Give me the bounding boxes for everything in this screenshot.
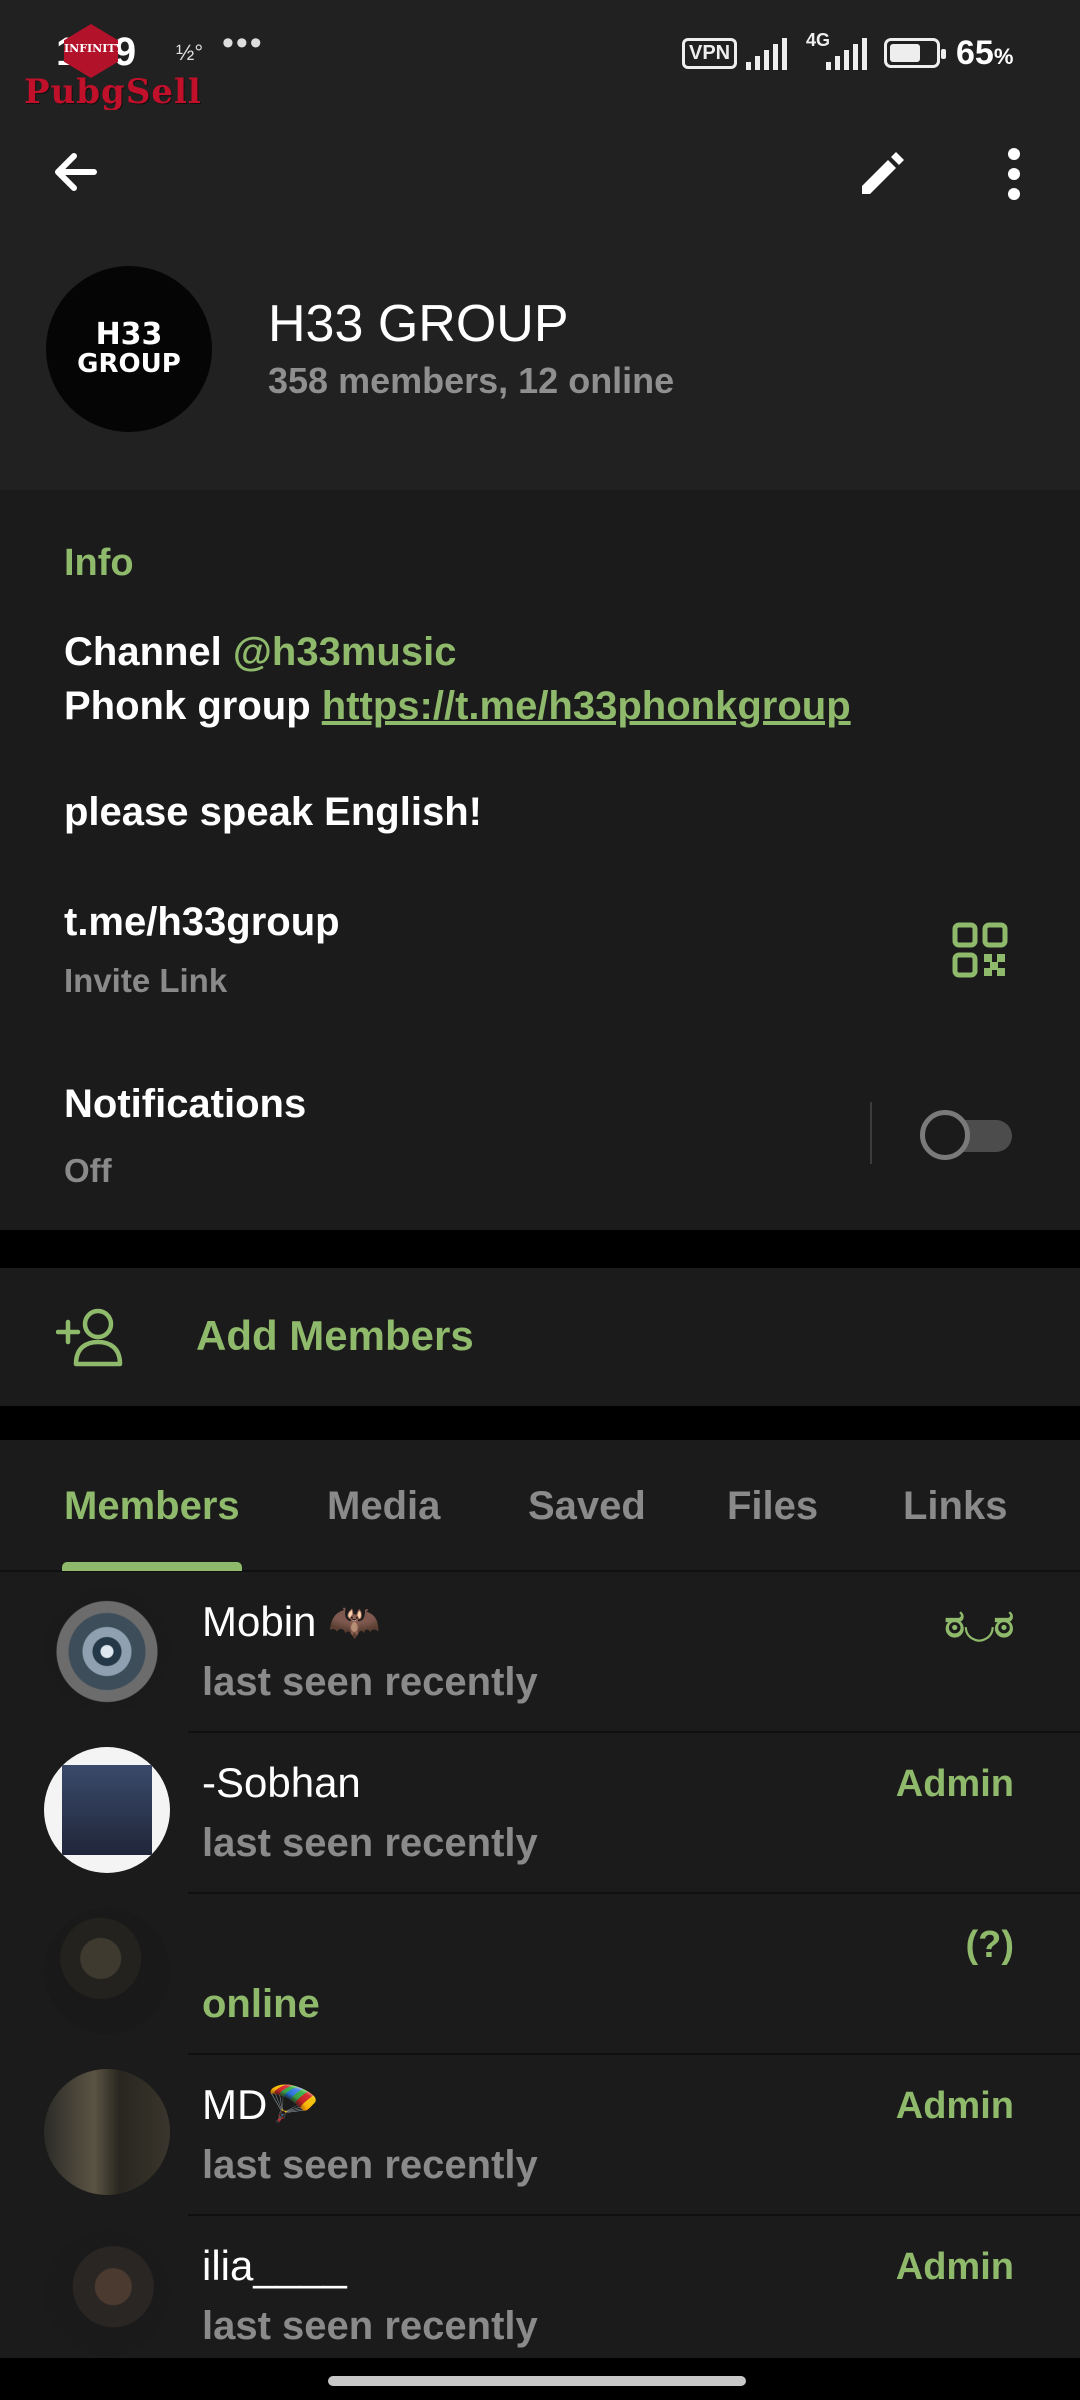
vpn-icon: VPN bbox=[682, 38, 738, 69]
watermark-logo: INFINITY PubgSell bbox=[24, 24, 201, 114]
member-status: last seen recently bbox=[202, 1821, 538, 1865]
add-members-label: Add Members bbox=[196, 1312, 474, 1359]
member-status: last seen recently bbox=[202, 2304, 538, 2348]
notifications-divider bbox=[870, 1102, 872, 1164]
watermark-badge: INFINITY bbox=[64, 24, 118, 78]
member-role: (?) bbox=[965, 1924, 1014, 1966]
tab-saved[interactable]: Saved bbox=[528, 1484, 646, 1529]
back-button[interactable] bbox=[44, 140, 108, 204]
profile-tabs: Members Media Saved Files Links bbox=[0, 1440, 1080, 1572]
phonk-group-link[interactable]: https://t.me/h33phonkgroup bbox=[322, 684, 851, 728]
member-role: ಠ◡ಠ bbox=[944, 1604, 1014, 1646]
status-speed: ½° bbox=[176, 40, 204, 65]
list-item[interactable]: ilia____ last seen recently Admin bbox=[0, 2216, 1080, 2358]
channel-handle-link[interactable]: @h33music bbox=[233, 630, 457, 674]
member-role: Admin bbox=[895, 2246, 1014, 2288]
status-more-notifications: ••• bbox=[222, 24, 264, 62]
invite-link-label: Invite Link bbox=[64, 962, 228, 999]
add-members-button[interactable]: Add Members bbox=[0, 1268, 1080, 1406]
pencil-icon bbox=[862, 152, 904, 194]
more-options-button[interactable] bbox=[982, 142, 1046, 206]
member-status: online bbox=[202, 1982, 320, 2026]
description-line-3: please speak English! bbox=[64, 790, 482, 834]
tab-members[interactable]: Members bbox=[64, 1484, 240, 1529]
list-item[interactable]: -Sobhan last seen recently Admin bbox=[0, 1733, 1080, 1894]
description-line-1: Channel @h33music bbox=[64, 630, 457, 674]
member-status: last seen recently bbox=[202, 2143, 538, 2187]
avatar bbox=[44, 2069, 170, 2195]
group-avatar[interactable]: H33 GROUP bbox=[46, 266, 212, 432]
avatar bbox=[44, 1586, 170, 1712]
tab-links[interactable]: Links bbox=[903, 1484, 1007, 1529]
member-role: Admin bbox=[895, 2085, 1014, 2127]
invite-link[interactable]: t.me/h33group bbox=[64, 900, 340, 945]
qr-code-icon bbox=[952, 922, 1008, 978]
info-heading: Info bbox=[64, 542, 134, 584]
member-role: Admin bbox=[895, 1763, 1014, 1805]
member-name: -Sobhan bbox=[202, 1759, 361, 1806]
member-name: MD🪂 bbox=[202, 2081, 320, 2128]
list-item[interactable]: MD🪂 last seen recently Admin bbox=[0, 2055, 1080, 2216]
avatar bbox=[44, 1908, 170, 2034]
list-item[interactable]: Mobin 🦇 last seen recently ಠ◡ಠ bbox=[0, 1572, 1080, 1733]
info-section: Info Channel @h33music Phonk group https… bbox=[0, 490, 1080, 1230]
member-name: Mobin 🦇 bbox=[202, 1598, 381, 1645]
edit-button[interactable] bbox=[850, 142, 914, 206]
member-status: last seen recently bbox=[202, 1660, 538, 1704]
qr-code-button[interactable] bbox=[952, 922, 1008, 978]
member-count: 358 members, 12 online bbox=[268, 360, 675, 401]
list-item[interactable]: online (?) bbox=[0, 1894, 1080, 2055]
signal-icon-2 bbox=[826, 38, 867, 70]
arrow-left-icon bbox=[55, 153, 97, 191]
tab-media[interactable]: Media bbox=[327, 1484, 440, 1529]
avatar bbox=[44, 1747, 170, 1873]
group-title: H33 GROUP bbox=[268, 295, 569, 353]
toggle-knob bbox=[920, 1110, 970, 1160]
add-user-icon bbox=[56, 1308, 123, 1367]
notifications-state: Off bbox=[64, 1152, 112, 1189]
notifications-title[interactable]: Notifications bbox=[64, 1082, 306, 1127]
profile-header: H33 GROUP H33 GROUP 358 members, 12 onli… bbox=[0, 110, 1080, 490]
active-tab-indicator bbox=[62, 1562, 242, 1571]
status-bar: 1:19 INFINITY PubgSell ½° ••• VPN 4G 65% bbox=[0, 0, 1080, 112]
gesture-handle[interactable] bbox=[328, 2376, 746, 2386]
signal-icon bbox=[746, 38, 787, 70]
notifications-toggle[interactable] bbox=[920, 1108, 1014, 1162]
tab-files[interactable]: Files bbox=[727, 1484, 818, 1529]
battery-icon bbox=[884, 38, 946, 68]
more-vertical-icon bbox=[1008, 148, 1020, 200]
avatar bbox=[44, 2230, 170, 2356]
members-list: Mobin 🦇 last seen recently ಠ◡ಠ -Sobhan l… bbox=[0, 1572, 1080, 2358]
navigation-bar bbox=[0, 2358, 1080, 2400]
description-line-2: Phonk group https://t.me/h33phonkgroup bbox=[64, 684, 851, 728]
battery-percent: 65% bbox=[956, 34, 1014, 72]
member-name: ilia____ bbox=[202, 2242, 347, 2289]
